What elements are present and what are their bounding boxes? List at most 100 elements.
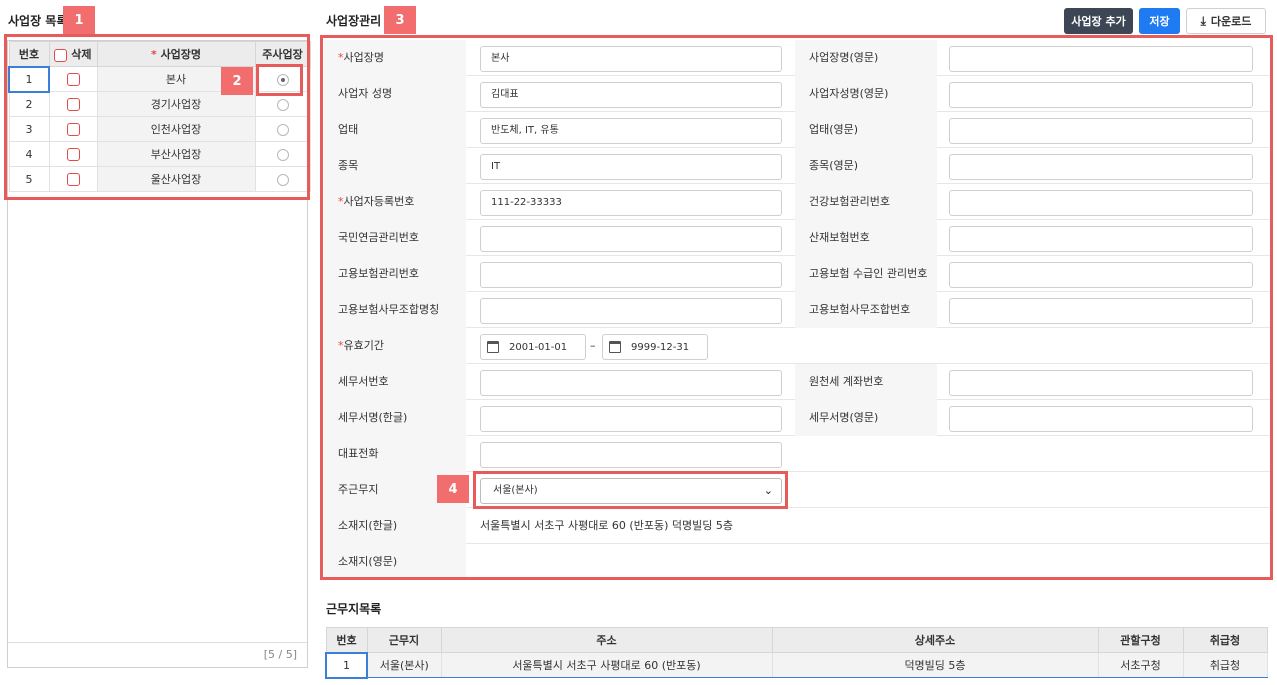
row-num: 2 [8,91,50,117]
form-row: 종목 IT 종목(영문) [324,148,1271,184]
row-main-cell[interactable] [254,66,311,92]
label-valid-period: *유효기간 [324,328,466,364]
tax-office-ko-input[interactable] [480,406,782,432]
delete-header-label: 삭제 [71,48,92,61]
row-main-cell[interactable] [254,166,311,192]
column-header-delete[interactable]: 삭제 [48,41,98,67]
employ-office-no-input[interactable] [949,298,1253,324]
main-business-radio[interactable] [276,73,289,86]
form-row: 세무서명(한글) 세무서명(영문) [324,400,1271,436]
biz-type-input[interactable]: 반도체, IT, 유통 [480,118,782,144]
row-delete-checkbox[interactable] [66,97,80,111]
business-management-title: 사업장관리 [326,14,382,28]
employ-office-name-input[interactable] [480,298,782,324]
business-list-panel: 번호 삭제 * 사업장명 주사업장 1 본사 2 경기사업장 3 인천사업장 4… [7,40,311,668]
name-header-label: 사업장명 [160,48,202,61]
row-address[interactable]: 서울특별시 서초구 사평대로 60 (반포동) [440,652,773,678]
row-num: 5 [8,166,50,192]
column-header-num: 번호 [325,627,368,653]
biz-name-en-input[interactable] [949,46,1253,72]
item-input[interactable]: IT [480,154,782,180]
main-business-radio[interactable] [276,123,289,136]
label-item: 종목 [324,148,466,184]
row-num: 1 [8,65,50,93]
row-delete-checkbox[interactable] [66,122,80,136]
start-date-picker[interactable]: 2001-01-01 [480,334,586,360]
ceo-input[interactable]: 김대표 [480,82,782,108]
employ-recv-no-input[interactable] [949,262,1253,288]
label-reg-no: *사업자등록번호 [324,184,466,220]
callout-marker-1: 1 [63,6,95,34]
tax-office-no-input[interactable] [480,370,782,396]
label-biz-type-en: 업태(영문) [795,112,937,148]
main-business-radio[interactable] [276,173,289,186]
end-date-picker[interactable]: 9999-12-31 [602,334,708,360]
row-name[interactable]: 울산사업장 [96,166,256,192]
row-detail-address[interactable]: 덕명빌딩 5층 [771,652,1099,678]
table-row[interactable]: 4 부산사업장 [8,141,311,167]
table-row[interactable]: 3 인천사업장 [8,116,311,142]
row-delete-checkbox[interactable] [66,172,80,186]
row-num: 1 [325,651,368,679]
row-main-cell[interactable] [254,116,311,142]
date-range-separator: – [590,339,596,352]
row-delete-checkbox[interactable] [66,147,80,161]
table-row[interactable]: 1 서울(본사) 서울특별시 서초구 사평대로 60 (반포동) 덕명빌딩 5층… [325,651,1268,679]
row-office[interactable]: 취급청 [1182,652,1268,678]
health-no-input[interactable] [949,190,1253,216]
biz-name-input[interactable]: 본사 [480,46,782,72]
row-delete-cell[interactable] [48,66,98,92]
business-list-table: 번호 삭제 * 사업장명 주사업장 1 본사 2 경기사업장 3 인천사업장 4… [8,41,311,192]
main-business-radio[interactable] [276,148,289,161]
table-row[interactable]: 1 본사 [8,65,311,93]
reg-no-input[interactable]: 111-22-33333 [480,190,782,216]
calendar-icon[interactable] [609,341,621,353]
label-phone: 대표전화 [324,436,466,472]
callout-marker-4: 4 [437,475,469,503]
column-header-address: 주소 [440,627,773,653]
biz-type-en-input[interactable] [949,118,1253,144]
row-delete-cell[interactable] [48,91,98,117]
row-workplace[interactable]: 서울(본사) [366,652,442,678]
label-employ-office-no: 고용보험사무조합번호 [795,292,937,328]
row-main-cell[interactable] [254,91,311,117]
row-district[interactable]: 서초구청 [1097,652,1184,678]
item-en-input[interactable] [949,154,1253,180]
pager-divider [8,642,307,643]
main-business-radio[interactable] [276,98,289,111]
row-name[interactable]: 부산사업장 [96,141,256,167]
label-biz-type: 업태 [324,112,466,148]
table-row[interactable]: 5 울산사업장 [8,166,311,192]
phone-input[interactable] [480,442,782,468]
row-delete-cell[interactable] [48,116,98,142]
row-delete-cell[interactable] [48,141,98,167]
address-ko-value: 서울특별시 서초구 사평대로 60 (반포동) 덕명빌딩 5층 [480,519,733,532]
row-delete-checkbox[interactable] [66,72,80,86]
table-row[interactable]: 2 경기사업장 [8,91,311,117]
label-address-en: 소재지(영문) [324,544,466,580]
download-button[interactable]: ⤓ 다운로드 [1186,8,1266,34]
main-workplace-select[interactable]: 서울(본사) ⌄ [480,478,782,504]
add-business-button[interactable]: 사업장 추가 [1064,8,1133,34]
accident-no-input[interactable] [949,226,1253,252]
pension-no-input[interactable] [480,226,782,252]
label-tax-office-en: 세무서명(영문) [795,400,937,436]
row-delete-cell[interactable] [48,166,98,192]
row-main-cell[interactable] [254,141,311,167]
select-all-checkbox[interactable] [54,48,68,62]
column-header-name[interactable]: * 사업장명 [96,41,256,67]
tax-office-en-input[interactable] [949,406,1253,432]
label-health-no: 건강보험관리번호 [795,184,937,220]
label-text: 유효기간 [343,339,384,352]
ceo-en-input[interactable] [949,82,1253,108]
selected-option: 서울(본사) [493,485,538,496]
row-name[interactable]: 경기사업장 [96,91,256,117]
row-name[interactable]: 인천사업장 [96,116,256,142]
form-row: 고용보험관리번호 고용보험 수급인 관리번호 [324,256,1271,292]
withholding-acct-input[interactable] [949,370,1253,396]
employ-no-input[interactable] [480,262,782,288]
calendar-icon[interactable] [487,341,499,353]
column-header-district: 관할구청 [1097,627,1184,653]
label-text: 사업장명 [343,51,384,64]
save-button[interactable]: 저장 [1139,8,1180,34]
